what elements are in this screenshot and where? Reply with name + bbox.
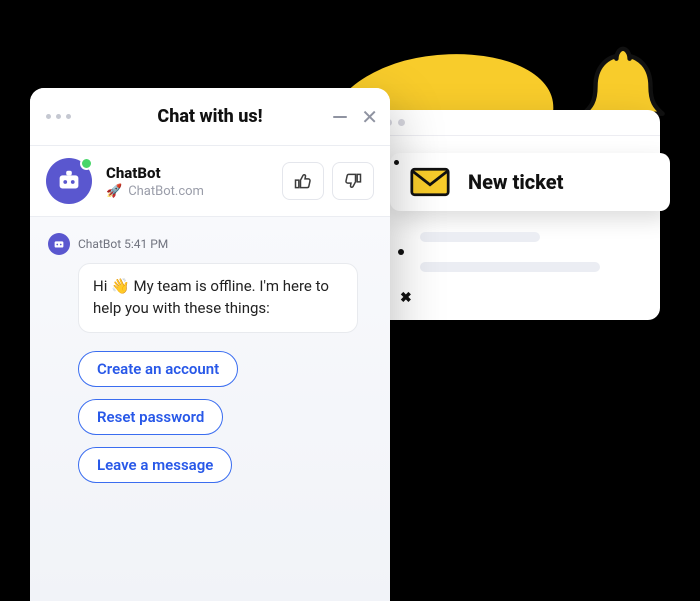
decoration-dot: [394, 160, 399, 165]
skeleton-line: [420, 232, 540, 242]
bot-name: ChatBot: [106, 164, 204, 182]
envelope-icon: [410, 167, 450, 197]
chat-thread: ChatBot 5:41 PM Hi 👋 My team is offline.…: [30, 217, 390, 499]
minimize-icon[interactable]: [333, 116, 347, 118]
ticket-window: [360, 110, 660, 320]
ticket-titlebar: [360, 110, 660, 136]
greeting-prefix: Hi: [93, 277, 111, 295]
notification-label: New ticket: [468, 170, 563, 194]
chip-reset-password[interactable]: Reset password: [78, 399, 223, 435]
decoration-cross: ✖: [400, 290, 412, 306]
quick-reply-chips: Create an account Reset password Leave a…: [78, 351, 372, 483]
chat-header: Chat with us! ✕: [30, 88, 390, 146]
bot-site-label: ChatBot.com: [128, 184, 204, 199]
message-time: 5:41 PM: [124, 237, 168, 251]
chip-leave-message[interactable]: Leave a message: [78, 447, 232, 483]
skeleton-line: [420, 262, 600, 272]
bot-avatar-small: [48, 233, 70, 255]
decoration-dot: [398, 249, 404, 255]
thumbs-down-button[interactable]: [332, 162, 374, 200]
new-ticket-notification[interactable]: New ticket: [390, 153, 670, 211]
wave-icon: 👋: [111, 276, 130, 298]
thumbs-up-button[interactable]: [282, 162, 324, 200]
message-bubble: Hi 👋 My team is offline. I'm here to hel…: [78, 263, 358, 333]
bot-site-link[interactable]: 🚀 ChatBot.com: [106, 184, 204, 199]
chat-title: Chat with us!: [157, 106, 262, 127]
chip-create-account[interactable]: Create an account: [78, 351, 238, 387]
message-header: ChatBot 5:41 PM: [48, 233, 372, 255]
chat-widget: Chat with us! ✕ ChatBot 🚀 ChatBot.com: [30, 88, 390, 601]
chat-subheader: ChatBot 🚀 ChatBot.com: [30, 146, 390, 217]
bot-avatar: [46, 158, 92, 204]
status-online-icon: [80, 157, 93, 170]
window-dot: [398, 119, 405, 126]
message-author: ChatBot: [78, 237, 121, 251]
rocket-icon: 🚀: [106, 184, 122, 199]
chat-menu-dots[interactable]: [46, 114, 71, 119]
close-icon[interactable]: ✕: [361, 107, 378, 127]
